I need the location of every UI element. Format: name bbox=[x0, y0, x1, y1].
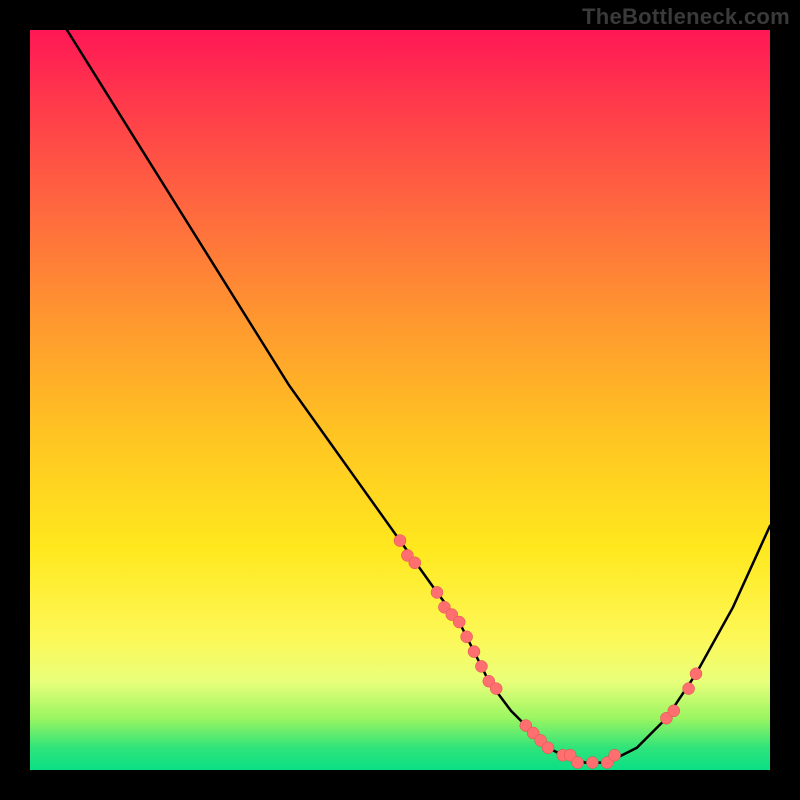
curve-marker bbox=[468, 646, 480, 658]
curve-marker bbox=[394, 535, 406, 547]
curve-marker bbox=[586, 757, 598, 769]
curve-marker bbox=[461, 631, 473, 643]
curve-marker bbox=[453, 616, 465, 628]
chart-stage: TheBottleneck.com bbox=[0, 0, 800, 800]
curve-markers bbox=[394, 535, 702, 769]
curve-overlay bbox=[30, 30, 770, 770]
curve-marker bbox=[609, 749, 621, 761]
plot-area bbox=[30, 30, 770, 770]
curve-marker bbox=[431, 586, 443, 598]
curve-marker bbox=[683, 683, 695, 695]
curve-marker bbox=[490, 683, 502, 695]
curve-marker bbox=[409, 557, 421, 569]
curve-marker bbox=[668, 705, 680, 717]
curve-marker bbox=[690, 668, 702, 680]
curve-marker bbox=[572, 757, 584, 769]
curve-marker bbox=[542, 742, 554, 754]
curve-marker bbox=[475, 660, 487, 672]
watermark-text: TheBottleneck.com bbox=[582, 4, 790, 30]
bottleneck-curve bbox=[67, 30, 770, 763]
